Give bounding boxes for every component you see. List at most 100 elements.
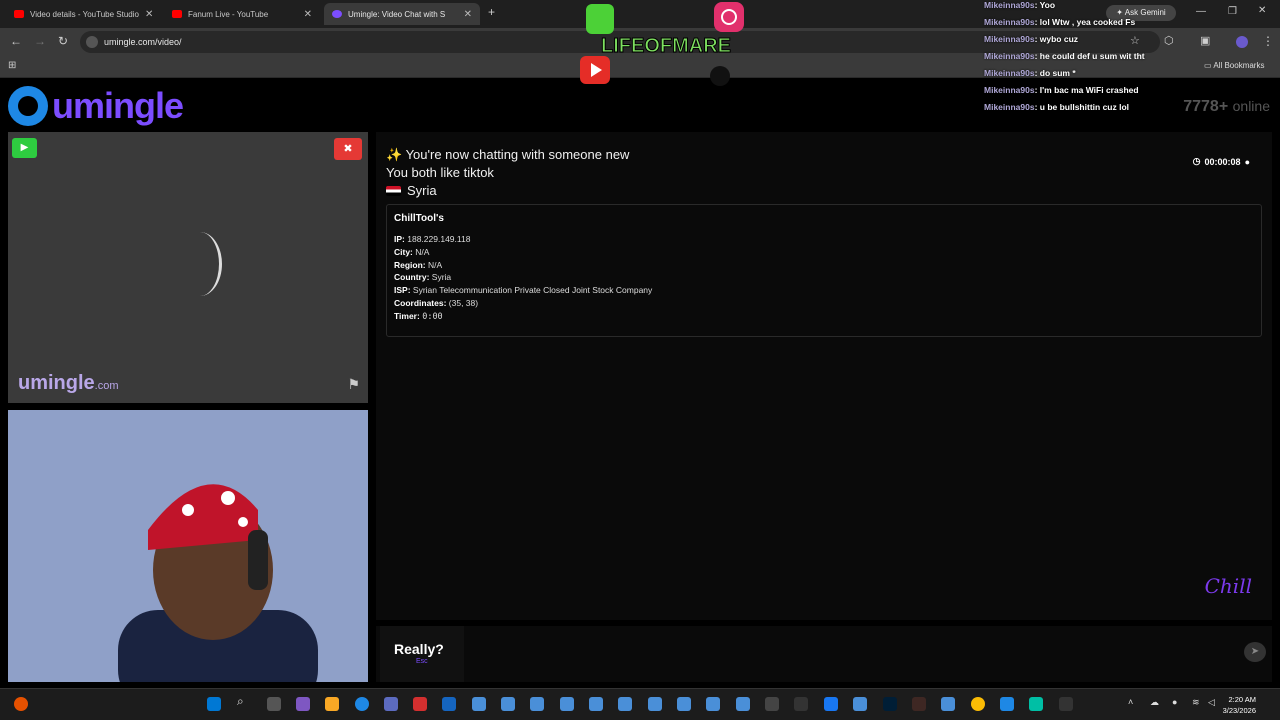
timer-value: 00:00:08 (1204, 156, 1241, 167)
umingle-logo[interactable]: umingle (8, 85, 184, 127)
tab-title: Umingle: Video Chat with S (348, 9, 446, 19)
app-icon[interactable] (941, 697, 955, 711)
edge-icon[interactable] (355, 697, 369, 711)
app-icon[interactable] (501, 697, 515, 711)
new-chat-text: You're now chatting with someone new (405, 147, 630, 162)
info-value: (35, 38) (448, 297, 479, 308)
tab-title: Video details - YouTube Studio (30, 9, 139, 19)
youtube-icon (172, 10, 182, 18)
search-icon[interactable]: ⌕ (237, 694, 251, 708)
app-icon[interactable] (530, 697, 544, 711)
report-flag-icon[interactable]: ⚑ (347, 376, 360, 393)
app-icon[interactable] (1059, 697, 1073, 711)
copilot-icon[interactable] (296, 697, 310, 711)
app-icon[interactable] (736, 697, 750, 711)
info-row-isp: ISP: Syrian Telecommunication Private Cl… (394, 284, 1254, 297)
info-title: ChillTool's (394, 213, 444, 224)
start-menu-icon[interactable] (207, 697, 221, 711)
app-icon[interactable] (589, 697, 603, 711)
apps-grid-icon[interactable]: ⊞ (8, 60, 16, 71)
close-icon[interactable]: ✕ (145, 9, 153, 20)
volume-icon[interactable]: ◁ (1208, 697, 1215, 708)
chat-overlay-line: Mikeinna90s: he could def u sum wit tht (984, 51, 1145, 61)
send-icon[interactable]: ➤ (1244, 642, 1266, 662)
chat-user: Mikeinna90s (984, 102, 1035, 112)
app-icon[interactable] (14, 697, 28, 711)
cloud-icon[interactable]: ☁ (1150, 697, 1159, 708)
app-icon[interactable] (618, 697, 632, 711)
stream-title: LIFEOFMARE (601, 35, 731, 57)
new-tab-button[interactable]: + (488, 5, 495, 19)
clock-time: 2:20 AM (1228, 695, 1256, 704)
close-icon[interactable]: ✕ (304, 9, 312, 20)
app-icon[interactable] (1029, 697, 1043, 711)
chat-text: he could def u sum wit tht (1039, 51, 1145, 61)
watermark-suffix: .com (94, 380, 119, 392)
skip-button[interactable]: Really? Esc (380, 626, 464, 682)
app-icon[interactable] (853, 697, 867, 711)
syria-flag-icon (386, 185, 401, 196)
stranger-country: Syria (386, 183, 437, 198)
app-icon[interactable] (413, 697, 427, 711)
chrome-icon[interactable] (971, 697, 985, 711)
app-icon[interactable] (560, 697, 574, 711)
back-arrow-icon[interactable]: ← (10, 34, 22, 48)
info-label: City: (394, 246, 413, 257)
youtube-icon (14, 10, 24, 18)
close-icon[interactable]: ✕ (464, 9, 472, 20)
chat-text: lol Wtw , yea cooked Fs (1039, 17, 1136, 27)
store-icon[interactable] (384, 697, 398, 711)
app-icon[interactable] (794, 697, 808, 711)
system-clock[interactable]: 2:20 AM 3/23/2026 (1223, 694, 1256, 716)
steam-icon[interactable] (442, 697, 456, 711)
reload-icon[interactable]: ↻ (58, 34, 68, 48)
app-icon[interactable] (648, 697, 662, 711)
chat-overlay-line: Mikeinna90s: wybo cuz (984, 34, 1079, 44)
chevron-up-icon[interactable]: ˄ (1128, 697, 1133, 707)
info-label: Timer: (394, 310, 420, 321)
clock-icon: ◷ (1192, 156, 1201, 166)
app-icon[interactable] (765, 697, 779, 711)
info-row-timer: Timer: 0:00 (394, 310, 1254, 324)
info-row-country: Country: Syria (394, 271, 1254, 284)
chat-overlay-line: Mikeinna90s: Yoo (984, 0, 1056, 10)
info-row-region: Region: N/A (394, 259, 1254, 272)
tab-title: Fanum Live - YouTube (188, 9, 269, 19)
chat-user: Mikeinna90s (984, 68, 1035, 78)
tab-youtube-studio[interactable]: Video details - YouTube Studio ✕ (6, 3, 160, 25)
clock-date: 3/23/2026 (1222, 706, 1256, 715)
site-info-icon[interactable] (86, 36, 98, 48)
info-row-coordinates: Coordinates: (35, 38) (394, 297, 1254, 310)
info-icon[interactable]: ● (1245, 157, 1250, 167)
app-icon[interactable] (677, 697, 691, 711)
info-value: 0:00 (422, 311, 443, 322)
info-value: N/A (415, 246, 430, 257)
self-video (8, 410, 368, 682)
wifi-icon[interactable]: ≋ (1192, 697, 1200, 708)
microphone-icon[interactable]: ● (1172, 697, 1177, 707)
message-input[interactable] (472, 632, 1236, 676)
app-icon[interactable] (912, 697, 926, 711)
app-icon[interactable] (472, 697, 486, 711)
system-message-new-chat: ✨ You're now chatting with someone new (386, 147, 629, 163)
chat-text: I'm bac ma WiFi crashed (1039, 85, 1139, 95)
photoshop-icon[interactable] (883, 697, 897, 711)
app-icon[interactable] (1000, 697, 1014, 711)
tab-fanum-live[interactable]: Fanum Live - YouTube ✕ (164, 3, 320, 25)
umingle-logo-icon (8, 86, 48, 126)
info-value: Syria (431, 272, 452, 283)
camera-off-button[interactable]: ✖ (334, 138, 362, 160)
start-button[interactable]: ▶ (12, 138, 37, 158)
task-view-icon[interactable] (267, 697, 281, 711)
chat-user: Mikeinna90s (984, 34, 1035, 44)
facebook-icon[interactable] (824, 697, 838, 711)
loading-spinner-icon (178, 232, 222, 296)
file-explorer-icon[interactable] (325, 697, 339, 711)
message-input-bar: Really? Esc ➤ (376, 626, 1272, 682)
app-icon[interactable] (706, 697, 720, 711)
info-label: IP: (394, 234, 405, 244)
shared-interest-message: You both like tiktok (386, 165, 494, 180)
url-text: umingle.com/video/ (104, 37, 182, 47)
forward-arrow-icon[interactable]: → (34, 34, 46, 48)
tab-umingle[interactable]: Umingle: Video Chat with S ✕ (324, 3, 480, 25)
